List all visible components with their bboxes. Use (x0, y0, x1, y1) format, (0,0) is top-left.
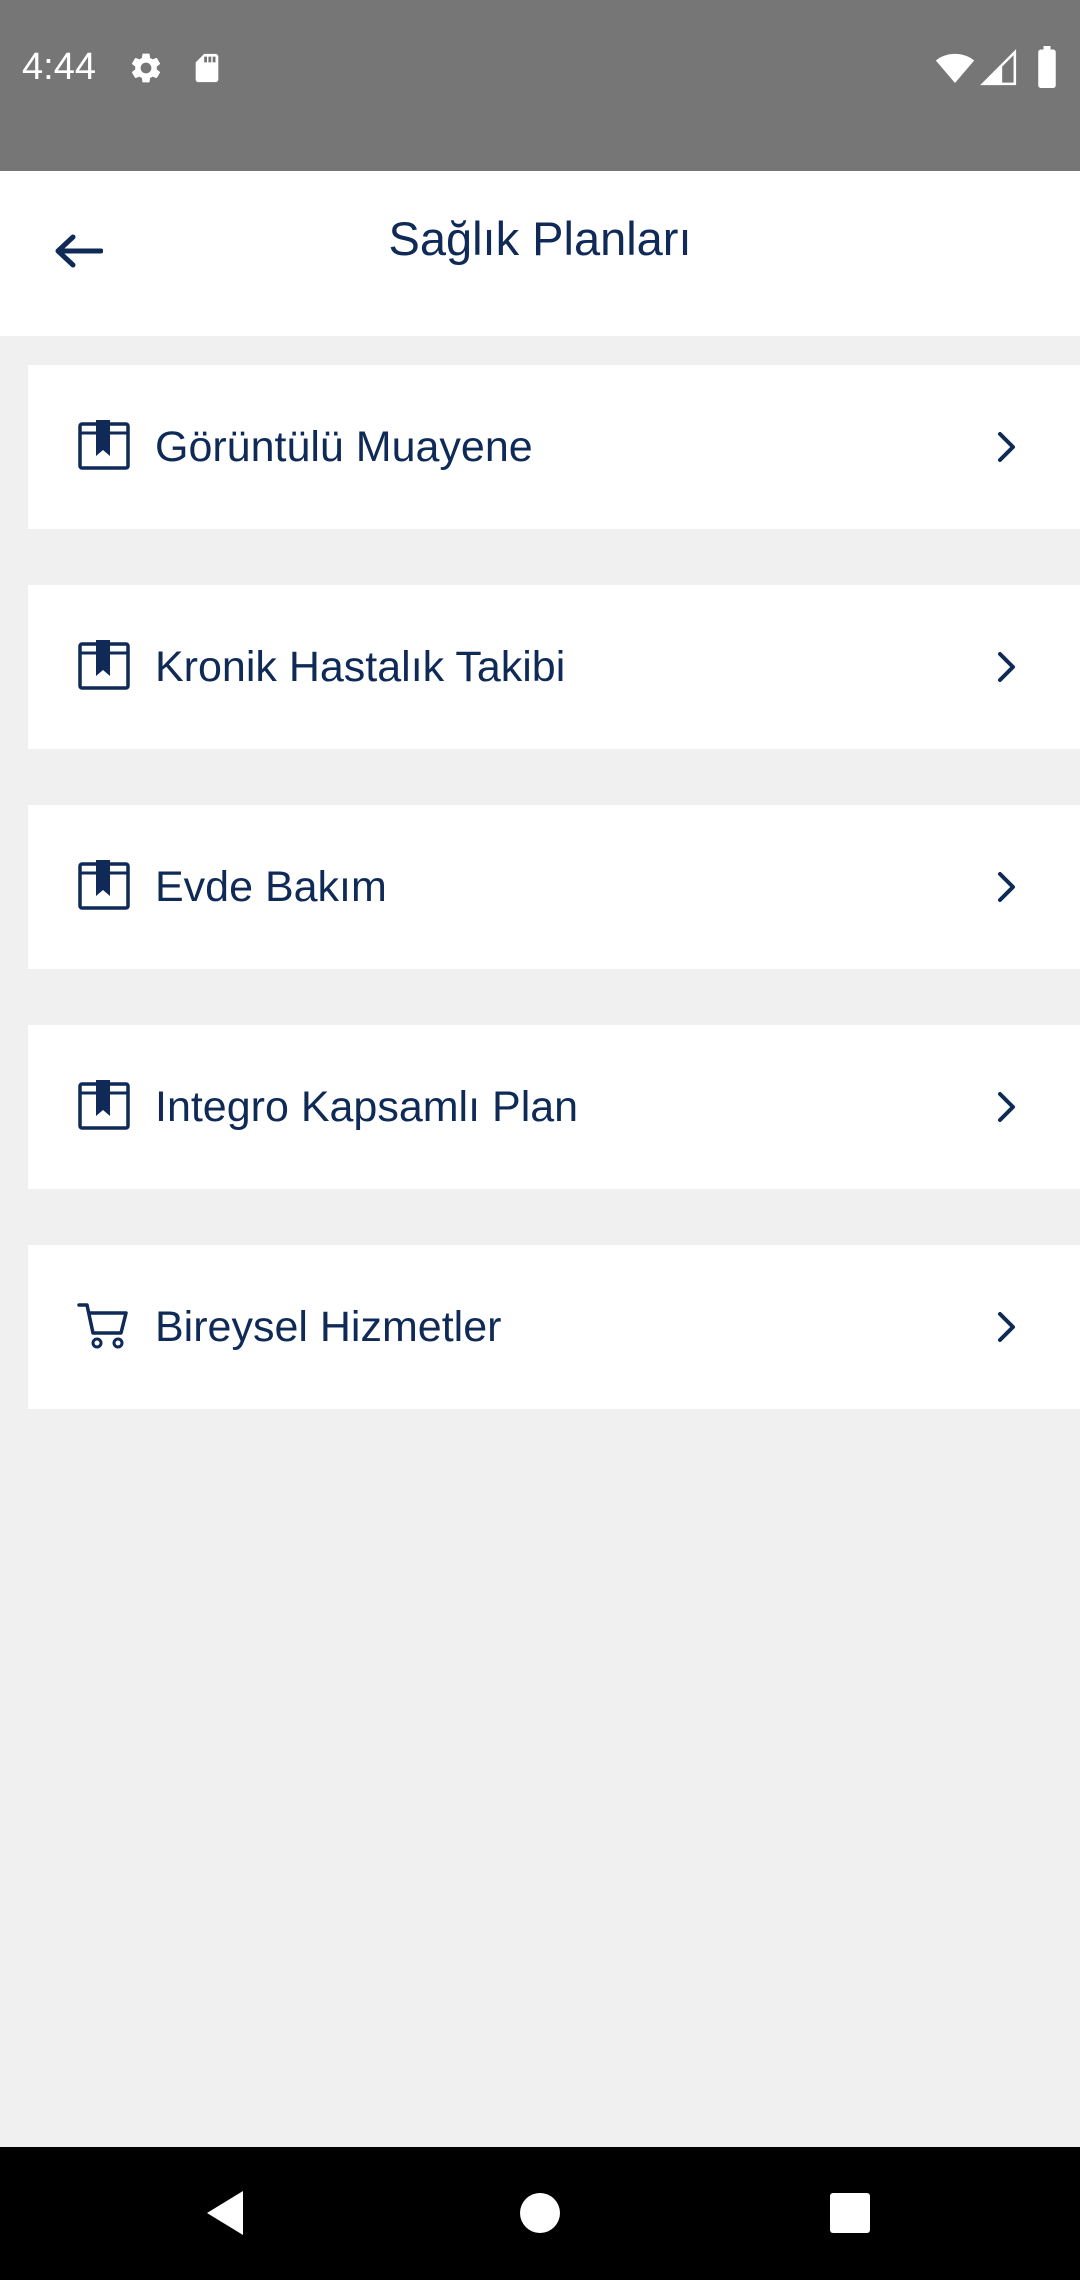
plan-book-icon (78, 1080, 130, 1130)
menu-item-evde-bakim[interactable]: Evde Bakım (28, 805, 1080, 969)
menu-item-label: Görüntülü Muayene (155, 423, 533, 471)
plan-book-icon (78, 420, 130, 470)
chevron-right-icon (998, 1312, 1015, 1342)
plan-book-icon (78, 860, 130, 910)
chevron-right-icon (998, 432, 1015, 462)
menu-item-goruntulu-muayene[interactable]: Görüntülü Muayene (28, 365, 1080, 529)
page-title: Sağlık Planları (388, 212, 692, 265)
menu-item-kronik-hastalik-takibi[interactable]: Kronik Hastalık Takibi (28, 585, 1080, 749)
menu-item-label: Evde Bakım (155, 863, 387, 911)
battery-icon (1038, 46, 1056, 88)
menu-item-label: Bireysel Hizmetler (155, 1303, 502, 1351)
menu-item-label: Kronik Hastalık Takibi (155, 643, 566, 691)
nav-home-icon (520, 2193, 560, 2233)
wifi-icon (935, 53, 975, 83)
nav-back-icon (207, 2191, 243, 2235)
system-navigation-bar (0, 2147, 1080, 2280)
menu-item-integro-kapsamli-plan[interactable]: Integro Kapsamlı Plan (28, 1025, 1080, 1189)
status-bar: 4:44 (0, 0, 1080, 171)
plan-book-icon (78, 640, 130, 690)
cell-signal-icon (980, 49, 1017, 86)
chevron-right-icon (998, 652, 1015, 682)
status-time: 4:44 (22, 46, 96, 88)
gear-icon (131, 53, 161, 83)
app-bar: Sağlık Planları (0, 171, 1080, 336)
menu-item-label: Integro Kapsamlı Plan (155, 1083, 579, 1131)
nav-back-button[interactable] (175, 2163, 275, 2263)
nav-recents-button[interactable] (800, 2163, 900, 2263)
chevron-right-icon (998, 872, 1015, 902)
shopping-cart-icon (77, 1303, 128, 1349)
menu-item-bireysel-hizmetler[interactable]: Bireysel Hizmetler (28, 1245, 1080, 1409)
sd-card-icon (195, 53, 219, 83)
health-plans-list: Görüntülü Muayene Kronik Hastalık Takibi… (28, 365, 1080, 1465)
nav-recents-icon (830, 2193, 870, 2233)
chevron-right-icon (998, 1092, 1015, 1122)
nav-home-button[interactable] (490, 2163, 590, 2263)
